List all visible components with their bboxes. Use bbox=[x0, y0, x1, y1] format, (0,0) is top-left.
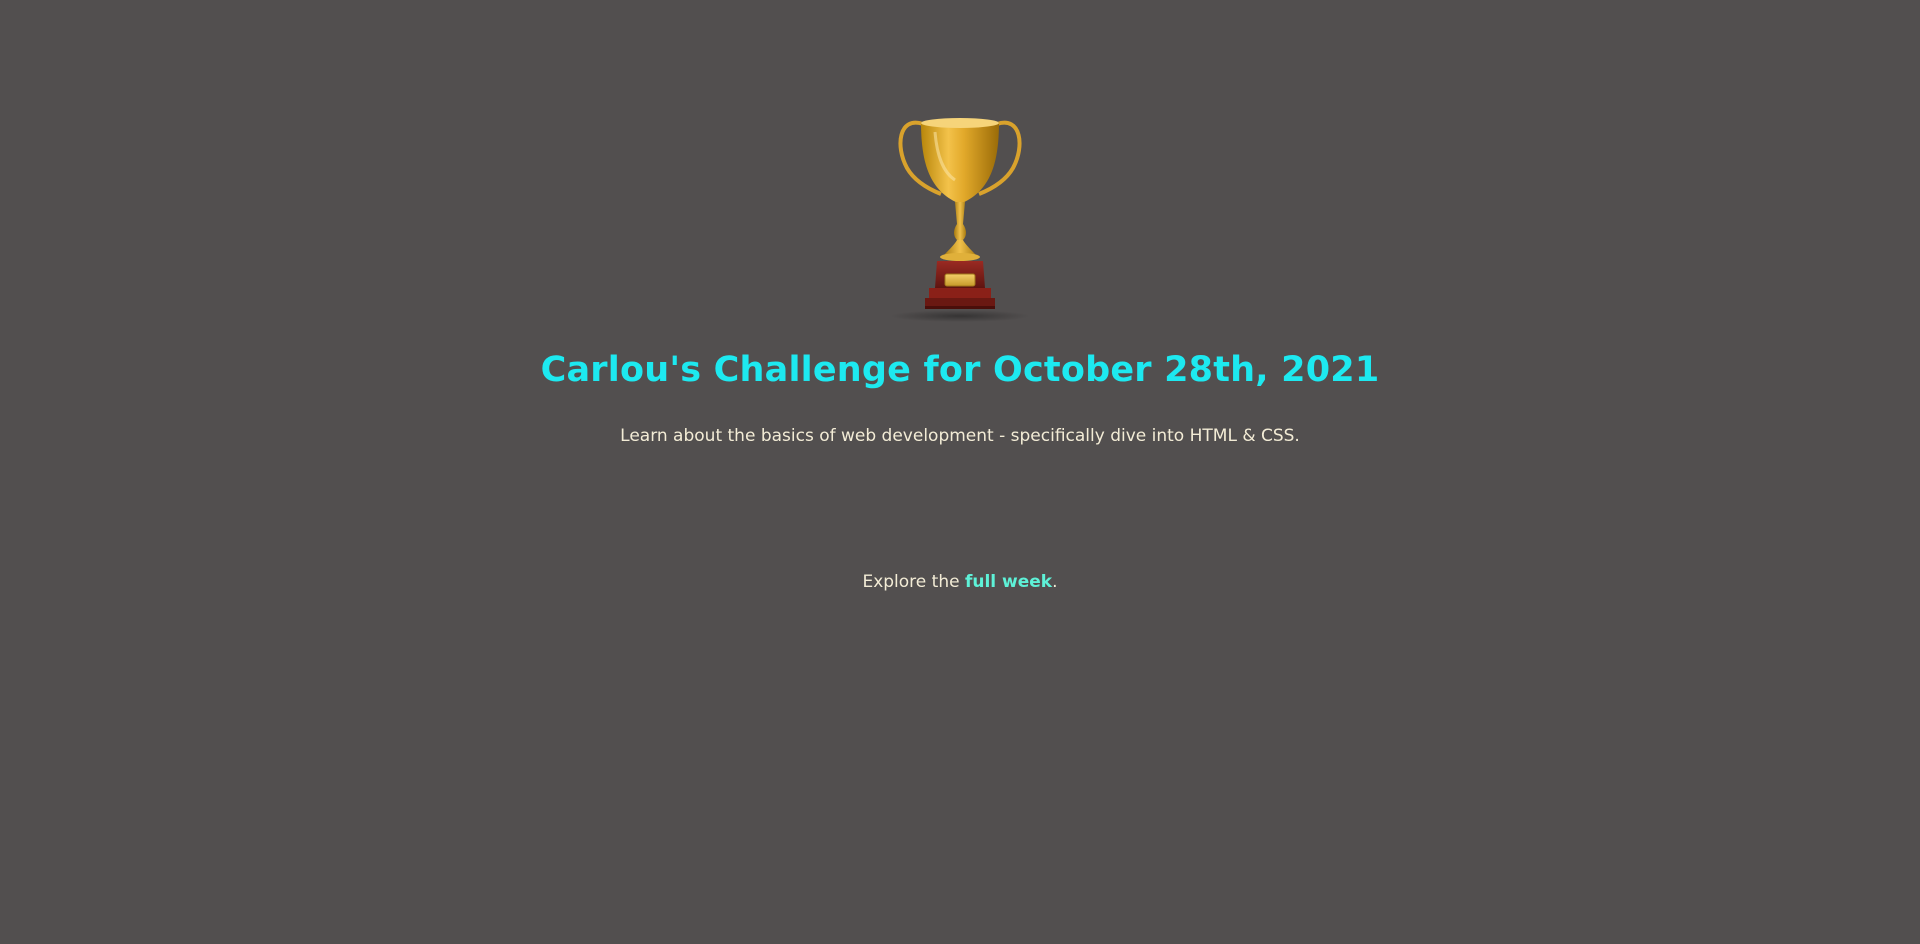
page: Carlou's Challenge for October 28th, 202… bbox=[0, 0, 1920, 944]
explore-suffix: . bbox=[1052, 572, 1058, 592]
trophy-icon bbox=[890, 118, 1030, 322]
page-subtitle: Learn about the basics of web developmen… bbox=[620, 426, 1300, 446]
explore-text: Explore the full week. bbox=[862, 570, 1057, 594]
page-title: Carlou's Challenge for October 28th, 202… bbox=[540, 350, 1380, 390]
explore-prefix: Explore the bbox=[862, 572, 965, 592]
trophy-image bbox=[885, 106, 1035, 324]
full-week-link[interactable]: full week bbox=[965, 572, 1052, 592]
